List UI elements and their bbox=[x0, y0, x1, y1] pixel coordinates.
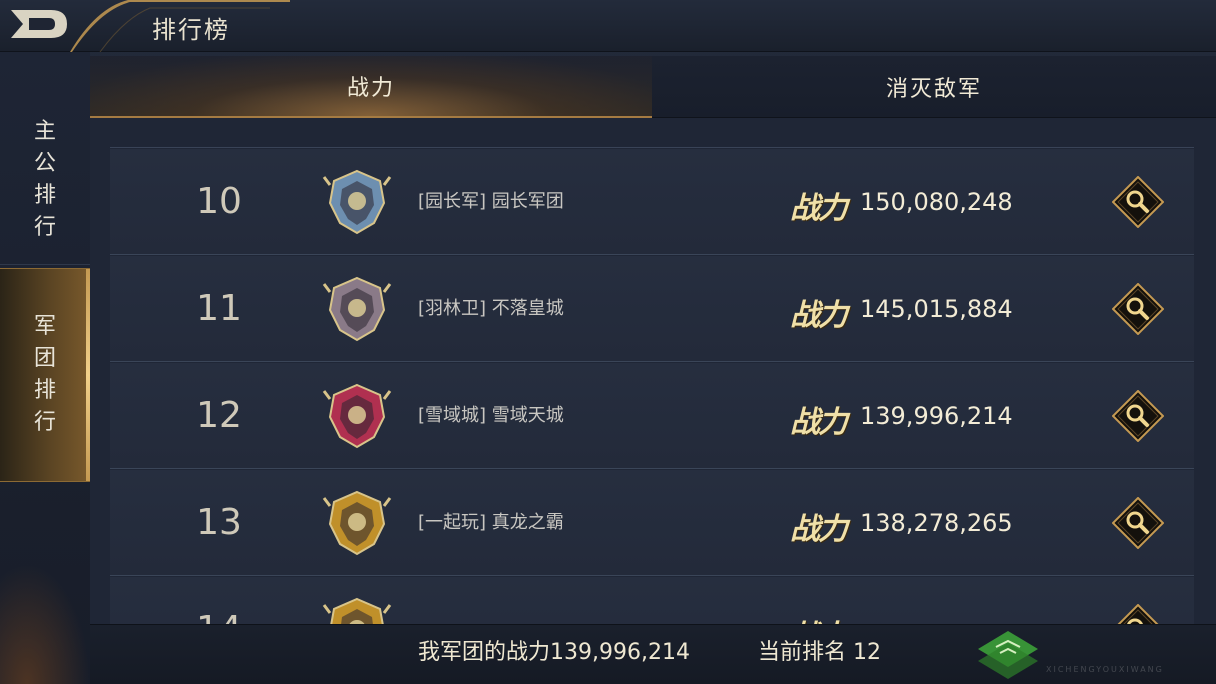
view-details-search-icon[interactable] bbox=[1112, 604, 1164, 624]
legion-name: [一起玩] 真龙之霸 bbox=[418, 512, 564, 533]
power-value: 150,080,248 bbox=[860, 188, 1013, 216]
my-legion-power: 我军团的战力139,996,214 bbox=[418, 640, 690, 665]
tab-enemies-destroyed[interactable]: 消灭敌军 bbox=[652, 56, 1216, 118]
table-row: 14 战力 bbox=[110, 577, 1194, 624]
sidebar-item-label-char: 主 bbox=[33, 119, 56, 144]
view-details-search-icon[interactable] bbox=[1112, 390, 1164, 442]
table-row: 12 [雪域城] 雪域天城 战力 139,996,214 bbox=[110, 363, 1194, 469]
sidebar-item-lord-ranking[interactable]: 主 公 排 行 bbox=[0, 90, 90, 270]
table-row: 11 [羽林卫] 不落皇城 战力 145,015,884 bbox=[110, 256, 1194, 362]
power-label: 战力 bbox=[790, 405, 848, 440]
sidebar-item-label-char: 行 bbox=[33, 410, 56, 435]
my-current-rank: 当前排名 12 bbox=[758, 640, 881, 665]
view-details-search-icon[interactable] bbox=[1112, 283, 1164, 335]
table-row-partial bbox=[110, 118, 1194, 148]
power-value: 139,996,214 bbox=[860, 402, 1013, 430]
ranking-screen: 排行榜 主 公 排 行 军 团 排 行 战力 消灭敌军 10 [园长军] 园长军团… bbox=[0, 0, 1216, 684]
legion-emblem-icon bbox=[322, 597, 392, 624]
footer-bar: 我军团的战力139,996,214 当前排名 12 XICHENGYOUXIWA… bbox=[90, 624, 1216, 684]
sidebar-divider bbox=[0, 264, 90, 265]
power-label: 战力 bbox=[790, 611, 848, 624]
rank-number: 12 bbox=[196, 395, 242, 436]
watermark-text: XICHENGYOUXIWANG bbox=[1046, 665, 1164, 674]
legion-name: [雪域城] 雪域天城 bbox=[418, 405, 564, 426]
rank-number: 13 bbox=[196, 502, 242, 543]
power-value: 145,015,884 bbox=[860, 295, 1013, 323]
view-details-search-icon[interactable] bbox=[1112, 497, 1164, 549]
sidebar-item-legion-ranking[interactable]: 军 团 排 行 bbox=[0, 268, 90, 482]
tab-bar: 战力 消灭敌军 bbox=[90, 56, 1216, 118]
power-label: 战力 bbox=[790, 298, 848, 333]
power-label: 战力 bbox=[790, 191, 848, 226]
view-details-search-icon[interactable] bbox=[1112, 176, 1164, 228]
sidebar-item-label-char: 团 bbox=[33, 346, 56, 371]
rank-number: 11 bbox=[196, 288, 242, 329]
sidebar-glow bbox=[0, 564, 90, 684]
legion-name: [园长军] 园长军团 bbox=[418, 191, 564, 212]
power-label: 战力 bbox=[790, 512, 848, 547]
page-title: 排行榜 bbox=[152, 16, 230, 44]
sidebar-item-label-char: 排 bbox=[33, 183, 56, 208]
table-row: 13 [一起玩] 真龙之霸 战力 138,278,265 bbox=[110, 470, 1194, 576]
sidebar-item-label-char: 军 bbox=[33, 314, 56, 339]
legion-emblem-icon bbox=[322, 276, 392, 342]
legion-emblem-icon bbox=[322, 169, 392, 235]
back-arrow-icon bbox=[11, 10, 67, 38]
watermark-logo-icon bbox=[978, 631, 1038, 679]
tab-power[interactable]: 战力 bbox=[90, 56, 652, 118]
header-bar: 排行榜 bbox=[0, 0, 1216, 52]
rank-number: 10 bbox=[196, 181, 242, 222]
legion-emblem-icon bbox=[322, 383, 392, 449]
sidebar: 主 公 排 行 军 团 排 行 bbox=[0, 52, 90, 684]
legion-emblem-icon bbox=[322, 490, 392, 556]
sidebar-item-label-char: 公 bbox=[33, 151, 56, 176]
ranking-list[interactable]: 10 [园长军] 园长军团 战力 150,080,248 11 [羽林卫] 不落皇城 战力 1… bbox=[90, 118, 1216, 624]
sidebar-item-label-char: 行 bbox=[33, 215, 56, 240]
legion-name: [羽林卫] 不落皇城 bbox=[418, 298, 564, 319]
table-row: 10 [园长军] 园长军团 战力 150,080,248 bbox=[110, 149, 1194, 255]
sidebar-item-label-char: 排 bbox=[33, 378, 56, 403]
power-value: 138,278,265 bbox=[860, 509, 1013, 537]
rank-number: 14 bbox=[174, 577, 264, 624]
back-button[interactable] bbox=[0, 0, 80, 48]
